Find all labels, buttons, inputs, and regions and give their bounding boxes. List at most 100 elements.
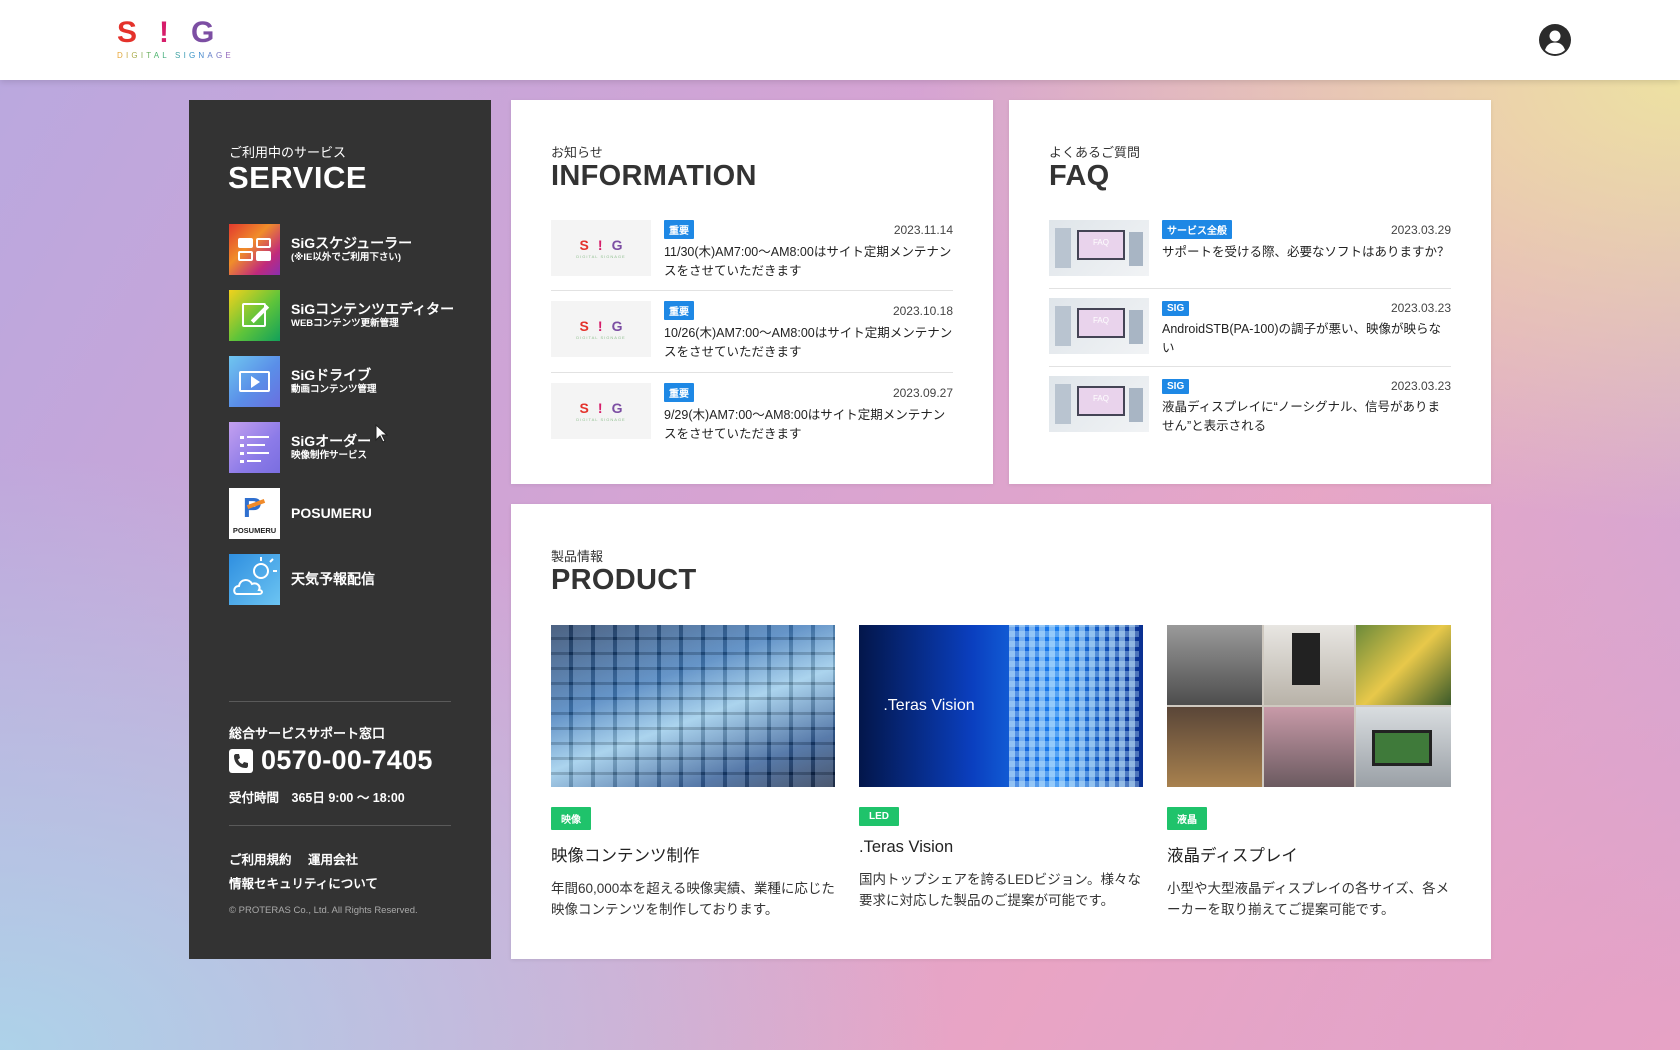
logo-letter-s: S bbox=[117, 16, 138, 49]
video-wall-image bbox=[551, 625, 835, 787]
faq-category-badge: SIG bbox=[1162, 301, 1190, 316]
service-item-posumeru[interactable]: P POSUMERU POSUMERU bbox=[229, 488, 459, 539]
support-hours: 受付時間 365日 9:00 〜 18:00 bbox=[229, 791, 405, 805]
product-item-video[interactable]: 映像 映像コンテンツ制作 年間60,000本を超える映像実績、業種に応じた映像コ… bbox=[551, 625, 835, 920]
news-text: 9/29(木)AM7:00〜AM8:00はサイト定期メンテナンスをさせていただき… bbox=[664, 408, 946, 441]
order-icon bbox=[229, 422, 280, 473]
faq-category-badge: サービス全般 bbox=[1162, 220, 1232, 239]
faq-title: FAQ bbox=[1049, 160, 1110, 192]
scheduler-icon bbox=[229, 224, 280, 275]
service-name: POSUMERU bbox=[291, 505, 372, 521]
faq-date: 2023.03.23 bbox=[1390, 379, 1451, 393]
sidebar-divider bbox=[229, 825, 451, 826]
faq-question: 液晶ディスプレイに“ノーシグナル、信号がありません”と表示される bbox=[1162, 400, 1441, 433]
faq-date: 2023.03.29 bbox=[1390, 223, 1451, 237]
faq-question: サポートを受ける際、必要なソフトはありますか？ bbox=[1162, 245, 1450, 259]
service-name: SiGドライブ bbox=[291, 367, 372, 383]
sig-logo[interactable]: S ! G DIGITAL SIGNAGE bbox=[117, 18, 237, 62]
news-date: 2023.10.18 bbox=[892, 304, 953, 318]
faq-item[interactable]: FAQ SIG 2023.03.23 液晶ディスプレイに“ノーシグナル、信号があ… bbox=[1049, 376, 1451, 457]
terms-link[interactable]: ご利用規約 bbox=[229, 849, 292, 868]
news-item[interactable]: S! G DIGITAL SIGNAGE 重要 2023.09.27 9/29(木… bbox=[551, 383, 953, 464]
news-thumbnail: S! G DIGITAL SIGNAGE bbox=[551, 383, 651, 439]
service-item-drive[interactable]: SiGドライブ 動画コンテンツ管理 bbox=[229, 356, 459, 407]
news-text: 11/30(木)AM7:00〜AM8:00はサイト定期メンテナンスをさせていただ… bbox=[664, 245, 952, 278]
service-item-order[interactable]: SiGオーダー 映像制作サービス bbox=[229, 422, 459, 473]
mini-logo: S! G bbox=[579, 399, 623, 416]
sidebar-divider bbox=[229, 701, 451, 702]
divider bbox=[1049, 288, 1451, 289]
copyright: © PROTERAS Co., Ltd. All Rights Reserved… bbox=[229, 905, 418, 916]
product-title: PRODUCT bbox=[551, 564, 697, 596]
faq-thumbnail: FAQ bbox=[1049, 220, 1149, 276]
mini-logo: S! G bbox=[579, 236, 623, 253]
sidebar-kicker: ご利用中のサービス bbox=[229, 145, 347, 160]
mini-logo: S! G bbox=[579, 317, 623, 334]
security-policy-link[interactable]: 情報セキュリティについて bbox=[229, 873, 378, 892]
product-item-led[interactable]: .Teras Vision LED .Teras Vision 国内トップシェア… bbox=[859, 625, 1143, 911]
divider bbox=[1049, 366, 1451, 367]
company-link[interactable]: 運用会社 bbox=[308, 849, 358, 868]
drive-icon bbox=[229, 356, 280, 407]
product-description: 小型や大型液晶ディスプレイの各サイズ、各メーカーを取り揃えてご提案可能です。 bbox=[1167, 881, 1450, 917]
faq-question: AndroidSTB(PA-100)の調子が悪い、映像が映らない bbox=[1162, 322, 1441, 355]
importance-badge: 重要 bbox=[664, 301, 694, 320]
mini-logo-sub: DIGITAL SIGNAGE bbox=[576, 253, 626, 259]
product-category-badge: 液晶 bbox=[1167, 807, 1207, 830]
sidebar-title: SERVICE bbox=[228, 160, 368, 195]
faq-thumbnail: FAQ bbox=[1049, 376, 1149, 432]
led-vision-image: .Teras Vision bbox=[859, 625, 1143, 787]
divider bbox=[551, 290, 953, 291]
logo-letter-g: G bbox=[191, 16, 215, 49]
news-date: 2023.11.14 bbox=[893, 223, 953, 237]
news-date: 2023.09.27 bbox=[892, 386, 953, 400]
product-item-lcd[interactable]: 液晶 液晶ディスプレイ 小型や大型液晶ディスプレイの各サイズ、各メーカーを取り揃… bbox=[1167, 625, 1451, 920]
logo-letter-excl: ! bbox=[159, 16, 170, 49]
support-phone[interactable]: 0570-00-7405 bbox=[229, 745, 433, 776]
mini-logo-sub: DIGITAL SIGNAGE bbox=[576, 334, 626, 340]
service-name: 天気予報配信 bbox=[291, 571, 375, 587]
logo-subtitle: DIGITAL SIGNAGE bbox=[117, 51, 237, 60]
posumeru-logo-icon: P POSUMERU bbox=[229, 488, 280, 539]
service-item-scheduler[interactable]: SiGスケジューラー (※IE以外でご利用下さい) bbox=[229, 224, 459, 275]
mouse-cursor-icon bbox=[375, 424, 389, 443]
divider bbox=[551, 372, 953, 373]
importance-badge: 重要 bbox=[664, 220, 694, 239]
top-header: S ! G DIGITAL SIGNAGE bbox=[0, 0, 1680, 80]
information-title: INFORMATION bbox=[551, 160, 757, 192]
news-item[interactable]: S! G DIGITAL SIGNAGE 重要 2023.11.14 11/30(… bbox=[551, 220, 953, 301]
support-title: 総合サービスサポート窓口 bbox=[229, 726, 386, 741]
service-sub: 動画コンテンツ管理 bbox=[291, 384, 377, 395]
faq-category-badge: SIG bbox=[1162, 379, 1190, 394]
lcd-display-collage-image bbox=[1167, 625, 1451, 787]
service-name: SiGコンテンツエディター bbox=[291, 301, 455, 317]
product-description: 国内トップシェアを誇るLEDビジョン。様々な要求に対応した製品のご提案が可能です… bbox=[859, 872, 1141, 908]
information-kicker: お知らせ bbox=[551, 145, 603, 160]
news-item[interactable]: S! G DIGITAL SIGNAGE 重要 2023.10.18 10/26(… bbox=[551, 301, 953, 382]
faq-date: 2023.03.23 bbox=[1390, 301, 1451, 315]
phone-number: 0570-00-7405 bbox=[261, 745, 433, 775]
product-name: 液晶ディスプレイ bbox=[1167, 847, 1298, 865]
product-description: 年間60,000本を超える映像実績、業種に応じた映像コンテンツを制作しております… bbox=[551, 881, 835, 917]
service-sub: WEBコンテンツ更新管理 bbox=[291, 318, 399, 329]
service-name: SiGスケジューラー bbox=[291, 235, 413, 251]
service-item-content-editor[interactable]: SiGコンテンツエディター WEBコンテンツ更新管理 bbox=[229, 290, 459, 341]
phone-icon bbox=[229, 748, 253, 773]
faq-thumbnail: FAQ bbox=[1049, 298, 1149, 354]
weather-icon bbox=[229, 554, 280, 605]
product-name: 映像コンテンツ制作 bbox=[551, 847, 700, 865]
editor-icon bbox=[229, 290, 280, 341]
faq-card: よくあるご質問 FAQ FAQ サービス全般 2023.03.29 サポートを受… bbox=[1009, 100, 1491, 484]
faq-kicker: よくあるご質問 bbox=[1049, 145, 1141, 160]
information-card: お知らせ INFORMATION S! G DIGITAL SIGNAGE 重要 … bbox=[511, 100, 993, 484]
news-thumbnail: S! G DIGITAL SIGNAGE bbox=[551, 301, 651, 357]
service-sub: 映像制作サービス bbox=[291, 450, 368, 461]
service-sub: (※IE以外でご利用下さい) bbox=[291, 252, 402, 263]
product-category-badge: LED bbox=[859, 807, 899, 826]
user-circle-icon[interactable] bbox=[1538, 23, 1572, 57]
importance-badge: 重要 bbox=[664, 383, 694, 402]
product-card: 製品情報 PRODUCT 映像 映像コンテンツ制作 年間60,000本を超える映… bbox=[511, 504, 1491, 959]
product-kicker: 製品情報 bbox=[551, 549, 604, 564]
logo-letters: S ! G bbox=[117, 18, 237, 48]
service-item-weather[interactable]: 天気予報配信 bbox=[229, 554, 459, 605]
